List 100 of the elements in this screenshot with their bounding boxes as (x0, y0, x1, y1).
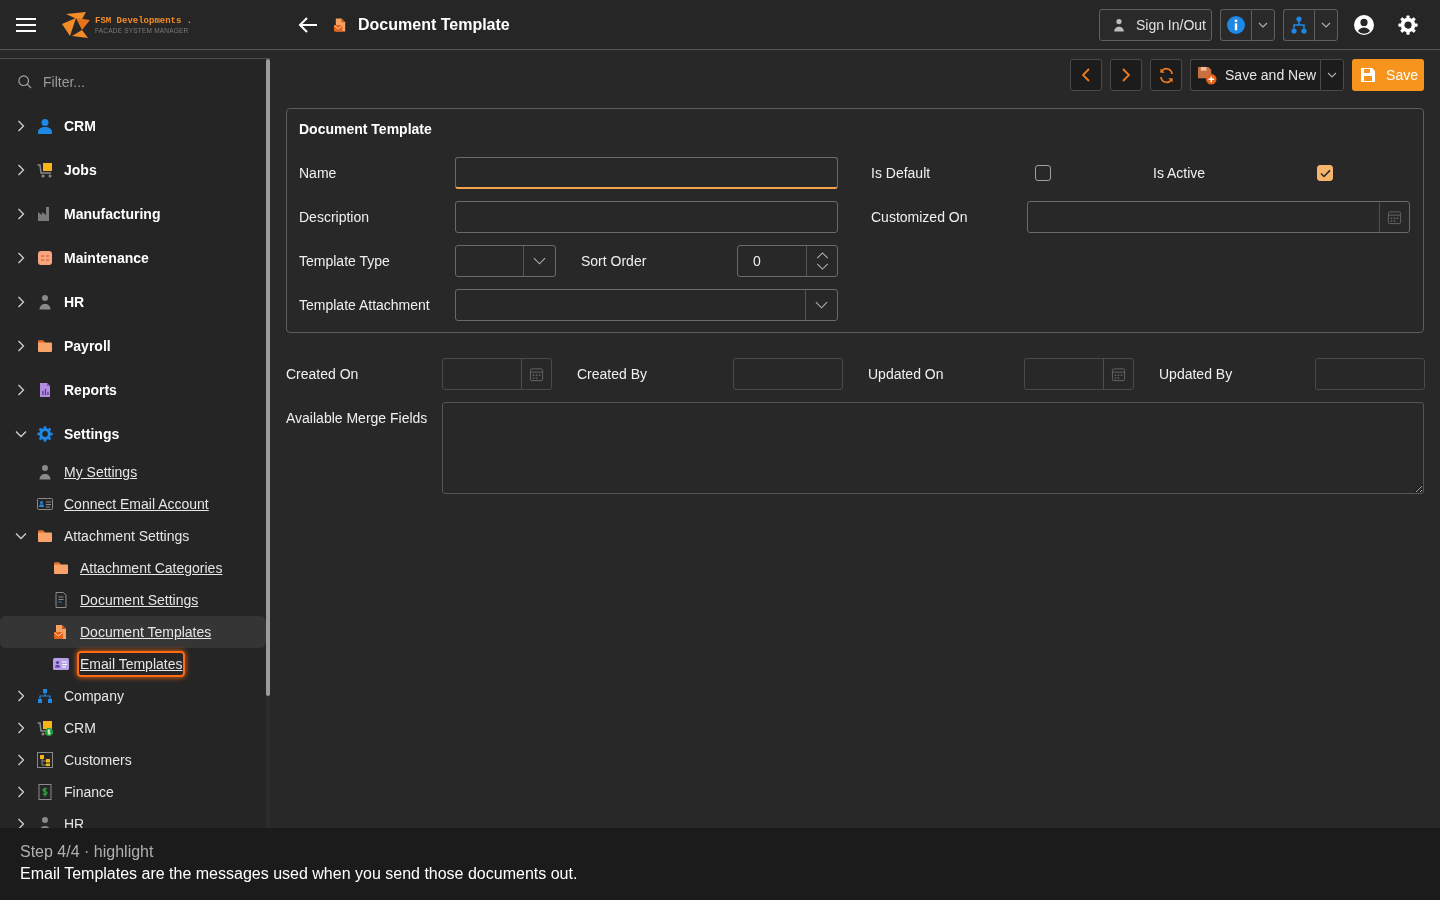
nav-item[interactable]: Maintenance (0, 236, 266, 280)
menu-button[interactable] (16, 16, 36, 33)
nav-item[interactable]: HR (0, 280, 266, 324)
grid-document-icon (37, 752, 53, 768)
back-arrow-icon (298, 14, 318, 35)
nav-item[interactable]: Company (0, 680, 266, 712)
folder-icon (53, 560, 69, 576)
chevron-left-icon (1082, 68, 1090, 82)
field-label: Customized On (871, 208, 969, 226)
nav-item[interactable]: Manufacturing (0, 192, 266, 236)
dropdown[interactable] (455, 245, 556, 277)
field-label: Updated On (868, 365, 945, 383)
person-icon (37, 464, 53, 480)
document-envelope-icon (333, 16, 348, 33)
account-button[interactable] (1354, 14, 1374, 35)
dropdown-button[interactable] (1314, 8, 1338, 41)
nav-item[interactable]: Jobs (0, 148, 266, 192)
account-icon (1354, 14, 1374, 35)
next-button[interactable] (1110, 59, 1142, 91)
field-label: Template Type (299, 252, 391, 270)
date-input[interactable] (442, 358, 552, 390)
folder-icon (37, 338, 53, 354)
calendar-icon (1111, 366, 1126, 382)
gear-icon (37, 426, 53, 442)
brand-logo-icon (62, 11, 90, 38)
date-input[interactable] (1027, 201, 1410, 233)
nav-item[interactable]: Payroll (0, 324, 266, 368)
nav-item[interactable]: CRM (0, 712, 266, 744)
settings-button[interactable] (1398, 14, 1418, 35)
calendar-icon (1387, 209, 1402, 225)
back-button[interactable] (298, 14, 318, 35)
text-input[interactable] (1315, 358, 1425, 390)
document-envelope-icon (53, 624, 69, 640)
cart-dollar-icon (37, 720, 53, 736)
refresh-button[interactable] (1150, 59, 1182, 91)
nav-item[interactable]: Email Templates (0, 648, 266, 680)
save-and-new-button[interactable]: Save and New (1190, 59, 1321, 91)
nav-item[interactable]: Attachment Settings (0, 520, 266, 552)
search-icon (18, 74, 32, 89)
previous-button[interactable] (1070, 59, 1102, 91)
caret-icon (1327, 72, 1338, 78)
tour-step-label: Step 4/4 · highlight (20, 842, 154, 862)
folder-icon (37, 528, 53, 544)
filter-input[interactable]: Filter... (43, 69, 243, 94)
date-input[interactable] (1024, 358, 1134, 390)
refresh-icon (1157, 66, 1175, 84)
contact-card-icon (53, 656, 69, 672)
hierarchy-button[interactable] (1283, 8, 1314, 41)
nav-item[interactable]: Reports (0, 368, 266, 412)
caret-icon (815, 301, 828, 309)
info-icon (1227, 15, 1245, 34)
nav-item[interactable]: CRM (0, 104, 266, 148)
field-label: Sort Order (581, 252, 648, 270)
nav-item[interactable]: Settings (0, 412, 266, 456)
nav-item[interactable]: My Settings (0, 456, 266, 488)
sign-in-out-button[interactable]: Sign In/Out (1098, 8, 1212, 41)
report-icon (37, 382, 53, 398)
brand-name: FSM Developments . (95, 15, 193, 26)
contact-card-icon (37, 496, 53, 512)
dropdown[interactable] (455, 289, 838, 321)
org-chart-icon (1291, 15, 1307, 34)
text-input[interactable] (455, 201, 838, 233)
field-label: Name (299, 164, 338, 182)
nav-item[interactable]: Customers (0, 744, 266, 776)
nav-item[interactable]: Document Settings (0, 584, 266, 616)
number-input[interactable]: 0 (737, 245, 838, 277)
person-icon (37, 294, 53, 310)
field-label: Description (299, 208, 371, 226)
field-label: Available Merge Fields (286, 409, 429, 428)
field-label: Updated By (1159, 365, 1234, 383)
text-input[interactable] (455, 157, 838, 189)
caret-icon (1321, 21, 1331, 28)
person-icon (37, 118, 53, 134)
field-label: Template Attachment (299, 296, 431, 314)
checkbox[interactable] (1035, 165, 1051, 181)
caret-icon (1258, 21, 1268, 28)
save-plus-icon (1197, 65, 1217, 85)
document-icon (53, 592, 69, 608)
info-button[interactable] (1220, 8, 1251, 41)
calendar-icon (529, 366, 544, 382)
checkmark-icon (1319, 168, 1331, 178)
page-title: Document Template (358, 15, 510, 34)
nav-item[interactable]: Connect Email Account (0, 488, 266, 520)
org-chart-icon (37, 688, 53, 704)
cart-icon (37, 162, 53, 178)
panel-title: Document Template (299, 120, 432, 139)
nav-item[interactable]: Attachment Categories (0, 552, 266, 584)
spin-down-icon[interactable] (815, 263, 829, 270)
tour-message: Email Templates are the messages used when you send those documents out. (20, 864, 578, 884)
spin-up-icon[interactable] (815, 252, 829, 259)
field-label: Is Default (871, 164, 932, 182)
scrollbar-thumb[interactable] (266, 59, 270, 696)
nav-item[interactable]: Finance (0, 776, 266, 808)
field-label: Created By (577, 365, 649, 383)
chevron-right-icon (1122, 68, 1130, 82)
field-label: Is Active (1153, 164, 1207, 182)
dollar-document-icon (37, 784, 53, 800)
nav-item[interactable]: Document Templates (0, 616, 266, 648)
checkbox[interactable] (1317, 165, 1333, 181)
text-input[interactable] (733, 358, 843, 390)
